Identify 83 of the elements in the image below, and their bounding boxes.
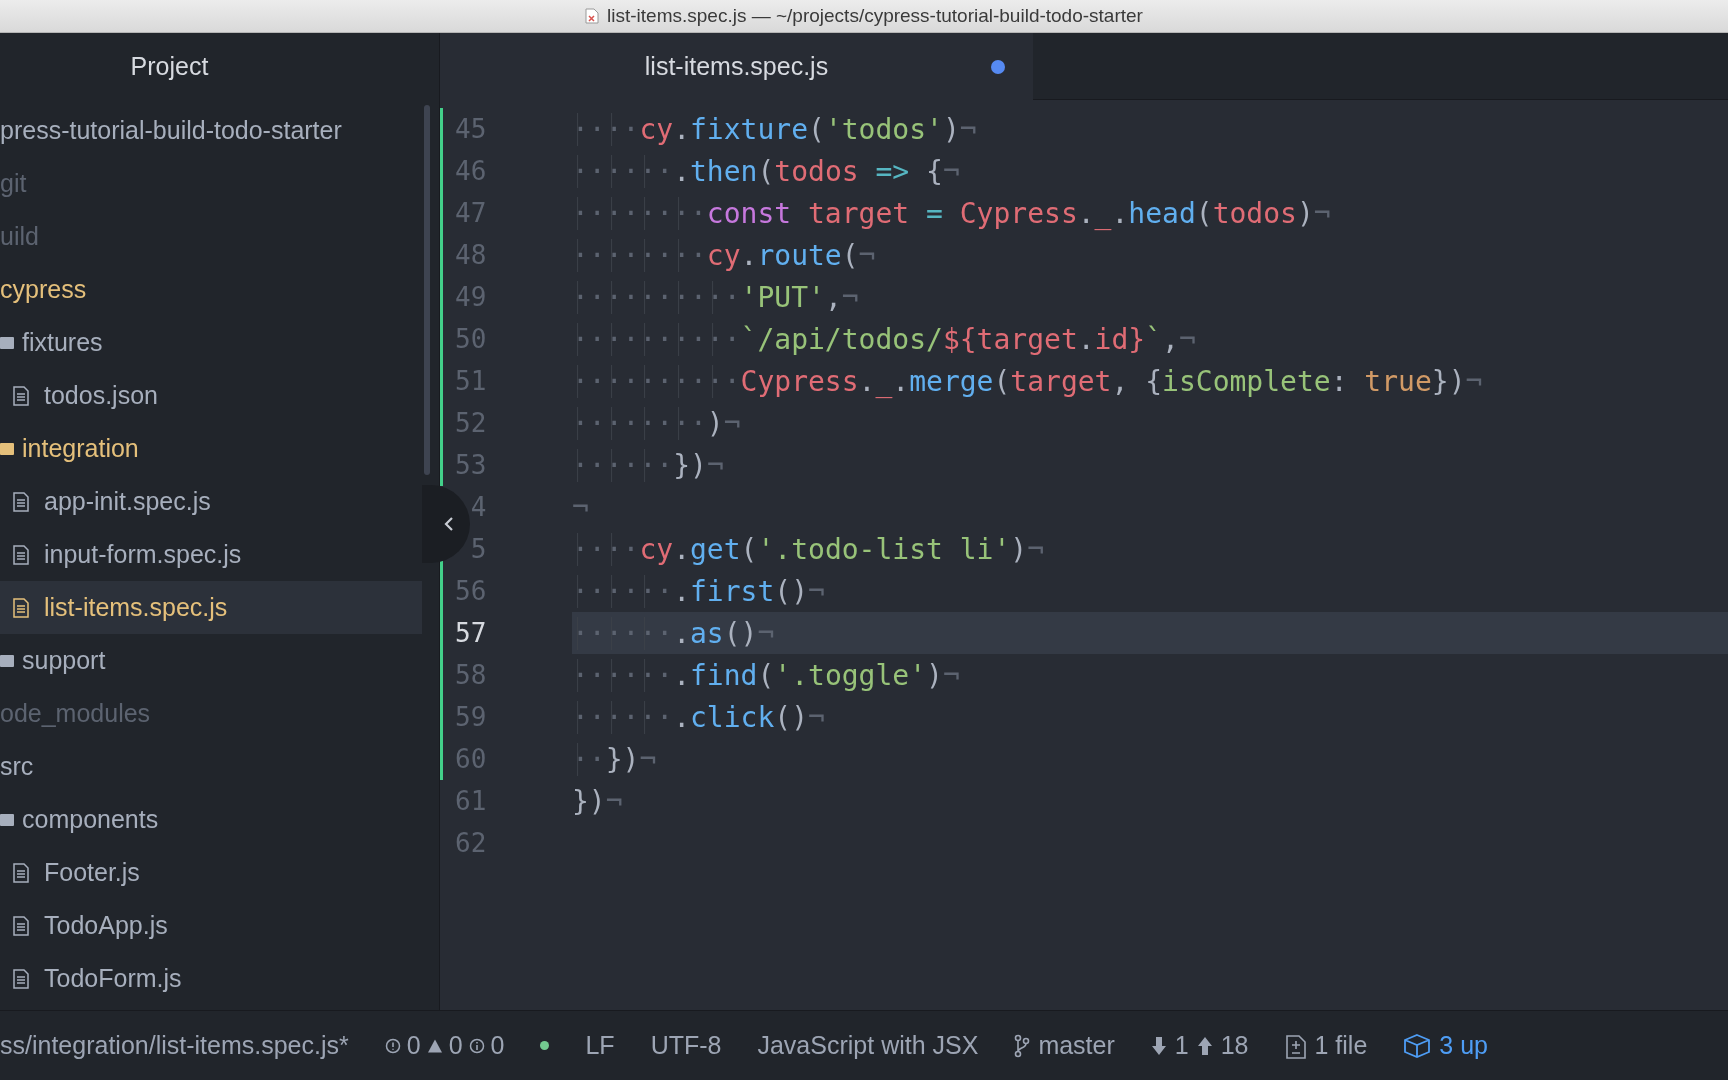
- folder-icon: [0, 654, 14, 667]
- code-line: ··········Cypress._.merge(target, {isComplete: true})¬: [572, 364, 1483, 398]
- tree-item[interactable]: integration: [0, 422, 422, 475]
- line-number: 59: [455, 702, 487, 732]
- tree-item[interactable]: TodoForm.js: [0, 952, 422, 1005]
- code-line: ····cy.get('.todo-list li')¬: [572, 532, 1045, 566]
- line-number: 57: [455, 618, 487, 648]
- code-line: ··········`/api/todos/${target.id}`,¬: [572, 322, 1196, 356]
- status-dot-icon: [540, 1041, 550, 1050]
- tree-item[interactable]: app-init.spec.js: [0, 475, 422, 528]
- folder-icon: [0, 813, 14, 826]
- file-icon: [12, 544, 30, 565]
- scrollbar[interactable]: [424, 105, 430, 475]
- file-path[interactable]: ss/integration/list-items.spec.js*: [0, 1031, 349, 1060]
- behind-count[interactable]: 1: [1174, 1031, 1189, 1060]
- line-number: 52: [455, 408, 487, 438]
- warning-icon: [426, 1037, 443, 1054]
- tree-item[interactable]: fixtures: [0, 316, 422, 369]
- line-number: 48: [455, 240, 487, 270]
- window-title: list-items.spec.js — ~/projects/cypress-tutorial-build-todo-starter: [607, 5, 1143, 27]
- line-number: 50: [455, 324, 487, 354]
- ahead-count[interactable]: 18: [1220, 1031, 1249, 1060]
- error-icon: [384, 1037, 401, 1054]
- file-icon: [12, 491, 30, 512]
- file-icon: [12, 597, 30, 618]
- tree-item[interactable]: input-form.spec.js: [0, 528, 422, 581]
- updates-count[interactable]: 3 up: [1439, 1031, 1488, 1060]
- tree-item[interactable]: cypress: [0, 263, 422, 316]
- code-line: ········cy.route(¬: [572, 238, 876, 272]
- file-icon: [585, 8, 600, 24]
- grammar[interactable]: JavaScript with JSX: [757, 1031, 979, 1060]
- package-icon: [1403, 1032, 1432, 1059]
- tree-item[interactable]: press-tutorial-build-todo-starter: [0, 104, 422, 157]
- down-arrow-icon: [1150, 1035, 1167, 1056]
- file-icon: [12, 968, 30, 989]
- encoding[interactable]: UTF-8: [650, 1031, 722, 1060]
- file-icon: [12, 385, 30, 406]
- line-number: 61: [455, 786, 487, 816]
- branch-icon: [1014, 1033, 1031, 1058]
- line-number: 60: [455, 744, 487, 774]
- line-number: 49: [455, 282, 487, 312]
- code-line: ········const target = Cypress._.head(todos)¬: [572, 196, 1331, 230]
- line-number: 47: [455, 198, 487, 228]
- tree-item[interactable]: src: [0, 740, 422, 793]
- editor-tab[interactable]: list-items.spec.js: [440, 33, 1033, 100]
- line-number: 45: [455, 114, 487, 144]
- code-line: ······.click()¬: [572, 700, 825, 734]
- line-number: 58: [455, 660, 487, 690]
- line-number: 62: [455, 828, 487, 858]
- folder-icon: [0, 442, 14, 455]
- line-number: 56: [455, 576, 487, 606]
- tree-item[interactable]: list-items.spec.js: [0, 581, 422, 634]
- folder-icon: [0, 336, 14, 349]
- line-number: 51: [455, 366, 487, 396]
- code-line: ¬: [572, 490, 589, 524]
- code-line: ····cy.fixture('todos')¬: [572, 112, 977, 146]
- warning-count[interactable]: 0: [448, 1031, 463, 1060]
- line-number: 53: [455, 450, 487, 480]
- tree-item[interactable]: components: [0, 793, 422, 846]
- code-line: ······.then(todos => {¬: [572, 154, 960, 188]
- line-number: 5: [469, 534, 487, 564]
- code-line: })¬: [572, 784, 623, 818]
- collapse-button[interactable]: [422, 485, 470, 563]
- file-icon: [12, 915, 30, 936]
- file-icon: [12, 862, 30, 883]
- line-ending[interactable]: LF: [585, 1031, 615, 1060]
- line-number: 4: [469, 492, 487, 522]
- code-line: ······.find('.toggle')¬: [572, 658, 960, 692]
- code-line: ······.first()¬: [572, 574, 825, 608]
- tree-item[interactable]: support: [0, 634, 422, 687]
- error-count[interactable]: 0: [406, 1031, 421, 1060]
- tree-item[interactable]: todos.json: [0, 369, 422, 422]
- info-count[interactable]: 0: [490, 1031, 505, 1060]
- info-icon: [468, 1037, 485, 1054]
- changed-files[interactable]: 1 file: [1314, 1031, 1368, 1060]
- panel-title: Project: [130, 52, 209, 81]
- line-number: 46: [455, 156, 487, 186]
- branch-name[interactable]: master: [1038, 1031, 1115, 1060]
- up-arrow-icon: [1196, 1035, 1213, 1056]
- chevron-left-icon: [443, 516, 455, 532]
- tree-item[interactable]: TodoApp.js: [0, 899, 422, 952]
- tree-item[interactable]: Footer.js: [0, 846, 422, 899]
- code-line: ··})¬: [572, 742, 657, 776]
